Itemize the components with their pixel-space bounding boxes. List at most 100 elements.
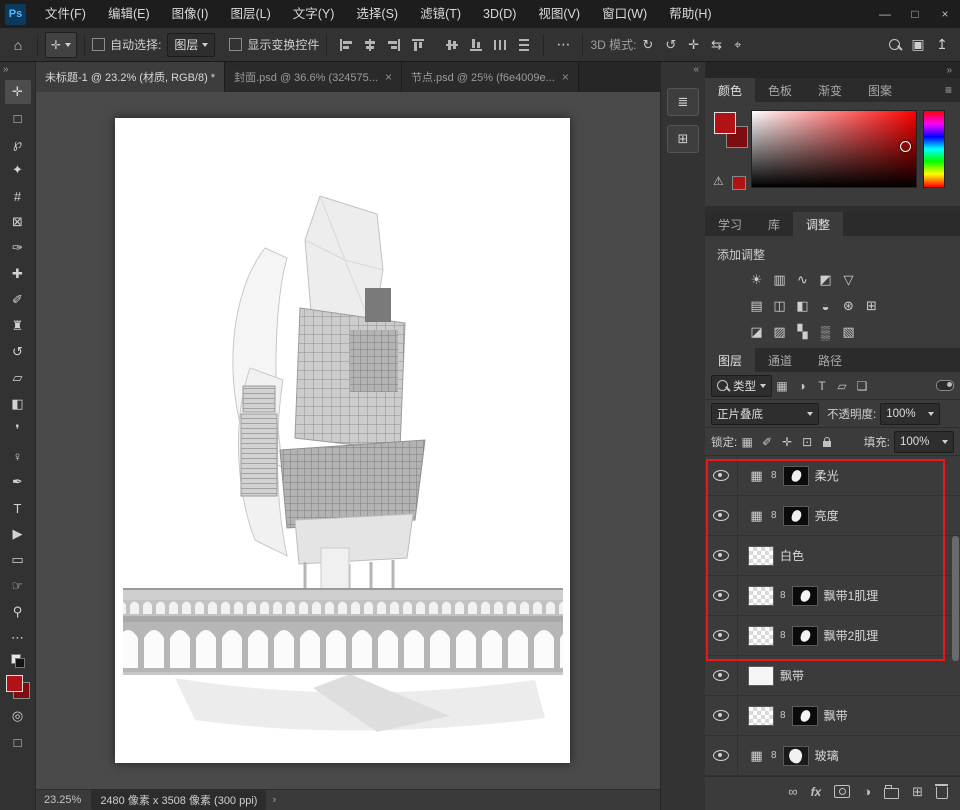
toolbar-collapse-icon[interactable]: »: [3, 64, 9, 75]
3d-slide-icon[interactable]: ⇆: [711, 37, 722, 53]
layers-scrollbar[interactable]: [952, 536, 959, 661]
invert-icon[interactable]: ◪: [745, 322, 768, 342]
layer-filtering-toggle[interactable]: [936, 380, 954, 391]
tab-patterns[interactable]: 图案: [855, 78, 905, 102]
menu-item-3d[interactable]: 3D(D): [472, 0, 527, 28]
zoom-level[interactable]: 23.25%: [44, 794, 81, 806]
panels-collapse-icon[interactable]: »: [946, 65, 952, 76]
docked-panel-icon-1[interactable]: ≣: [667, 88, 699, 116]
lock-artboard-icon[interactable]: ⊡: [798, 433, 816, 451]
layer-row-ribbon1-texture[interactable]: 8 飘带1肌理: [705, 576, 960, 616]
lock-transparency-icon[interactable]: ▦: [738, 433, 756, 451]
close-icon[interactable]: ×: [385, 70, 392, 84]
layer-row-glass[interactable]: ▦ 8 玻璃: [705, 736, 960, 776]
align-top-edges-icon[interactable]: [411, 38, 425, 52]
layer-name[interactable]: 柔光: [815, 467, 839, 484]
visibility-toggle[interactable]: [705, 536, 738, 575]
layer-thumbnail[interactable]: [748, 706, 774, 726]
document-canvas[interactable]: [115, 118, 570, 763]
dock-expand-icon[interactable]: «: [693, 64, 699, 75]
close-icon[interactable]: ×: [562, 70, 569, 84]
document-tab-untitled[interactable]: 未标题-1 @ 23.2% (材质, RGB/8) *: [36, 62, 225, 92]
layer-mask-thumbnail[interactable]: [783, 746, 809, 766]
opacity-dropdown[interactable]: 100%: [880, 403, 940, 425]
layer-thumbnail[interactable]: [748, 666, 774, 686]
layer-mask-thumbnail[interactable]: [792, 626, 818, 646]
filter-smart-objects-icon[interactable]: ❏: [853, 377, 871, 395]
auto-select-dropdown[interactable]: 图层: [167, 33, 215, 57]
restore-button[interactable]: □: [900, 0, 930, 28]
foreground-color-swatch[interactable]: [714, 112, 736, 134]
brush-tool[interactable]: ✐: [5, 288, 31, 312]
tab-paths[interactable]: 路径: [805, 348, 855, 372]
layer-row-ribbon2-texture[interactable]: 8 飘带2肌理: [705, 616, 960, 656]
layer-name[interactable]: 飘带2肌理: [824, 627, 879, 644]
frame-tool[interactable]: ⊠: [5, 210, 31, 234]
foreground-color-swatch[interactable]: [6, 675, 23, 692]
auto-select-checkbox[interactable]: [92, 38, 105, 51]
active-tool-preset[interactable]: ✛: [45, 32, 77, 58]
visibility-toggle[interactable]: [705, 616, 738, 655]
lasso-tool[interactable]: ℘: [5, 132, 31, 156]
dodge-tool[interactable]: ♀: [5, 444, 31, 468]
close-button[interactable]: ×: [930, 0, 960, 28]
3d-pan-icon[interactable]: ✛: [688, 37, 699, 53]
search-icon[interactable]: [882, 33, 906, 57]
distribute-vertical-icon[interactable]: [517, 38, 531, 52]
menu-item-file[interactable]: 文件(F): [34, 0, 97, 28]
layer-row-ribbon-masked[interactable]: 8 飘带: [705, 696, 960, 736]
color-lookup-icon[interactable]: ⊞: [860, 296, 883, 316]
new-group-icon[interactable]: [884, 785, 899, 799]
layer-row-soft-light[interactable]: ▦ 8 柔光: [705, 456, 960, 496]
blur-tool[interactable]: ❜: [5, 418, 31, 442]
panel-menu-icon[interactable]: ≡: [937, 78, 960, 102]
home-button[interactable]: ⌂: [6, 33, 30, 57]
filter-type-layers-icon[interactable]: T: [813, 377, 831, 395]
document-tab-cover[interactable]: 封面.psd @ 36.6% (324575... ×: [225, 62, 402, 92]
align-vertical-centers-icon[interactable]: [445, 38, 459, 52]
show-transform-checkbox[interactable]: [229, 38, 242, 51]
layer-name[interactable]: 飘带: [824, 707, 848, 724]
screen-mode-icon[interactable]: □: [5, 730, 31, 754]
tab-adjustments[interactable]: 调整: [793, 212, 843, 236]
brightness-contrast-icon[interactable]: ☀: [745, 270, 768, 290]
link-layers-icon[interactable]: ∞: [788, 784, 797, 799]
document-tab-node[interactable]: 节点.psd @ 25% (f6e4009e... ×: [402, 62, 579, 92]
layer-thumbnail[interactable]: [748, 546, 774, 566]
gamut-warning-swatch[interactable]: [732, 176, 746, 190]
layer-mask-thumbnail[interactable]: [783, 466, 809, 486]
menu-item-edit[interactable]: 编辑(E): [97, 0, 161, 28]
layer-row-white[interactable]: 白色: [705, 536, 960, 576]
rectangular-marquee-tool[interactable]: □: [5, 106, 31, 130]
pen-tool[interactable]: ✒: [5, 470, 31, 494]
workspace-icon[interactable]: ▣: [906, 33, 930, 57]
visibility-toggle[interactable]: [705, 696, 738, 735]
align-bottom-edges-icon[interactable]: [469, 38, 483, 52]
visibility-toggle[interactable]: [705, 576, 738, 615]
type-tool[interactable]: T: [5, 496, 31, 520]
new-adjustment-layer-icon[interactable]: ◑: [863, 784, 871, 799]
filter-shape-layers-icon[interactable]: ▱: [833, 377, 851, 395]
default-colors-icon[interactable]: [11, 654, 25, 668]
eyedropper-tool[interactable]: ✑: [5, 236, 31, 260]
gradient-tool[interactable]: ◧: [5, 392, 31, 416]
eraser-tool[interactable]: ▱: [5, 366, 31, 390]
add-layer-mask-icon[interactable]: [834, 785, 850, 798]
channel-mixer-icon[interactable]: ⊛: [837, 296, 860, 316]
photo-filter-icon[interactable]: ◒: [814, 296, 837, 316]
tab-color[interactable]: 颜色: [705, 78, 755, 102]
filter-pixel-layers-icon[interactable]: ▦: [773, 377, 791, 395]
document-size-info[interactable]: 2480 像素 x 3508 像素 (300 ppi): [91, 790, 266, 810]
selective-color-icon[interactable]: ▧: [837, 322, 860, 342]
lock-position-icon[interactable]: ✛: [778, 433, 796, 451]
color-field-marker[interactable]: [900, 141, 911, 152]
menu-item-type[interactable]: 文字(Y): [282, 0, 346, 28]
rectangle-tool[interactable]: ▭: [5, 548, 31, 572]
color-balance-icon[interactable]: ◫: [768, 296, 791, 316]
tab-gradients[interactable]: 渐变: [805, 78, 855, 102]
hue-saturation-icon[interactable]: ▤: [745, 296, 768, 316]
layer-mask-thumbnail[interactable]: [792, 706, 818, 726]
layer-mask-thumbnail[interactable]: [783, 506, 809, 526]
tab-learn[interactable]: 学习: [705, 212, 755, 236]
visibility-toggle[interactable]: [705, 456, 738, 495]
